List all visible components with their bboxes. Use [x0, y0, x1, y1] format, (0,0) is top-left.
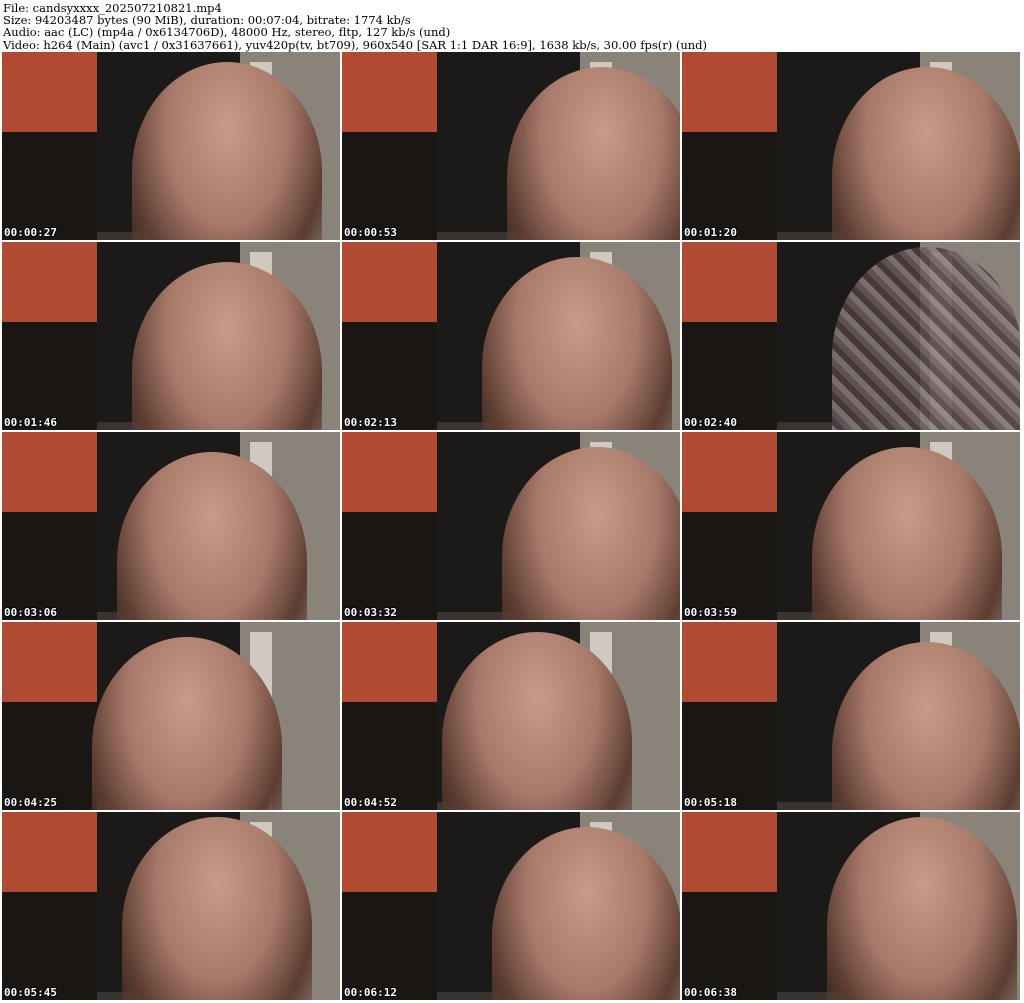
background-wall: [2, 622, 97, 810]
background-wall: [682, 432, 777, 620]
background-wall: [682, 242, 777, 430]
audio-line: Audio: aac (LC) (mp4a / 0x6134706D), 480…: [3, 25, 451, 40]
video-thumbnail: 00:02:13: [342, 242, 680, 430]
video-thumbnail: 00:06:38: [682, 812, 1020, 1000]
video-thumbnail: 00:05:45: [2, 812, 340, 1000]
thumbnail-timestamp: 00:06:38: [684, 986, 737, 999]
video-thumbnail: 00:03:32: [342, 432, 680, 620]
video-thumbnail: 00:03:06: [2, 432, 340, 620]
background-wall: [2, 812, 97, 1000]
thumbnail-timestamp: 00:04:52: [344, 796, 397, 809]
video-thumbnail: 00:00:53: [342, 52, 680, 240]
thumbnail-timestamp: 00:00:27: [4, 226, 57, 239]
background-wall: [342, 622, 437, 810]
thumbnail-grid: 00:00:27 00:00:53 00:01:20 00:01:46 00:02:13…: [2, 52, 1022, 1001]
video-thumbnail: 00:04:52: [342, 622, 680, 810]
background-wall: [342, 432, 437, 620]
background-wall: [2, 52, 97, 240]
background-wall: [342, 52, 437, 240]
background-wall: [342, 242, 437, 430]
thumbnail-timestamp: 00:02:13: [344, 416, 397, 429]
background-wall: [682, 812, 777, 1000]
background-wall: [682, 52, 777, 240]
video-thumbnail: 00:06:12: [342, 812, 680, 1000]
thumbnail-timestamp: 00:02:40: [684, 416, 737, 429]
background-wall: [2, 242, 97, 430]
background-wall: [342, 812, 437, 1000]
thumbnail-timestamp: 00:04:25: [4, 796, 57, 809]
video-thumbnail: 00:01:46: [2, 242, 340, 430]
video-thumbnail: 00:04:25: [2, 622, 340, 810]
video-thumbnail: 00:02:40: [682, 242, 1020, 430]
thumbnail-timestamp: 00:01:20: [684, 226, 737, 239]
video-thumbnail: 00:03:59: [682, 432, 1020, 620]
thumbnail-timestamp: 00:03:59: [684, 606, 737, 619]
video-thumbnail: 00:05:18: [682, 622, 1020, 810]
video-line: Video: h264 (Main) (avc1 / 0x31637661), …: [3, 37, 708, 52]
thumbnail-timestamp: 00:00:53: [344, 226, 397, 239]
thumbnail-timestamp: 00:05:45: [4, 986, 57, 999]
background-wall: [682, 622, 777, 810]
thumbnail-timestamp: 00:03:32: [344, 606, 397, 619]
background-wall: [2, 432, 97, 620]
video-thumbnail: 00:00:27: [2, 52, 340, 240]
thumbnail-timestamp: 00:01:46: [4, 416, 57, 429]
thumbnail-timestamp: 00:05:18: [684, 796, 737, 809]
thumbnail-timestamp: 00:03:06: [4, 606, 57, 619]
thumbnail-timestamp: 00:06:12: [344, 986, 397, 999]
file-info-header: File: candsyxxxx_202507210821.mp4 Size: 9…: [3, 2, 707, 51]
video-thumbnail: 00:01:20: [682, 52, 1020, 240]
